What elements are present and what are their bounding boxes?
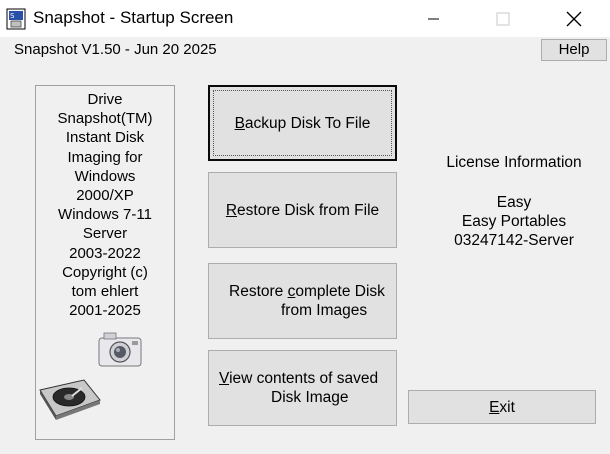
window-title: Snapshot - Startup Screen [33,8,234,27]
minimize-button[interactable] [411,0,457,37]
svg-text:S: S [10,12,15,20]
info-line: Drive [87,91,123,108]
info-line: 2000/XP [76,187,134,205]
info-line: Instant Disk [65,129,145,147]
license-details: Easy Easy Portables 03247142-Server [414,193,610,250]
info-line: Windows [74,167,136,185]
info-line: Snapshot(TM) [57,110,153,128]
license-title: License Information [446,154,582,171]
info-line: Copyright (c) [62,263,148,281]
backup-disk-to-file-button[interactable]: Backup Disk To File [208,85,397,161]
backup-label: Backup Disk To File [234,114,371,132]
camera-image [96,328,144,372]
exit-button[interactable]: Exit [408,390,596,424]
restore-complete-label: Restore complete Disk from Images [229,283,385,319]
title-bar: S Snapshot - Startup Screen [0,0,610,37]
restore-complete-disk-button[interactable]: Restore complete Disk from Images [208,263,397,339]
maximize-icon [496,12,510,25]
info-line: Server [82,225,128,243]
license-key: 03247142-Server [454,232,574,249]
help-button[interactable]: Help [541,39,607,61]
snapshot-app-icon[interactable]: S [6,8,26,30]
product-info-panel: Drive Snapshot(TM) Instant Disk Imaging … [35,85,175,440]
restore-disk-from-file-button[interactable]: Restore Disk from File [208,172,397,248]
restore-label: Restore Disk from File [225,201,380,219]
info-line: Imaging for [67,148,143,166]
info-line: tom ehlert [71,283,139,301]
info-line: 2003-2022 [69,244,141,262]
maximize-button[interactable] [480,0,526,37]
info-line: Windows 7-11 [58,206,152,224]
hard-disk-image [36,376,104,422]
minimize-icon [428,18,439,19]
close-button[interactable] [551,0,597,37]
view-disk-image-button[interactable]: View contents of saved Disk Image [208,350,397,426]
view-label: View contents of saved Disk Image [219,370,379,406]
exit-label: Exit [489,398,515,416]
product-info-text: Drive Snapshot(TM) Instant Disk Imaging … [36,90,174,320]
license-company: Easy Portables [461,213,567,230]
close-icon [566,11,582,26]
license-name: Easy [496,194,532,211]
version-label: Snapshot V1.50 - Jun 20 2025 [14,41,217,58]
info-line: 2001-2025 [69,302,141,320]
